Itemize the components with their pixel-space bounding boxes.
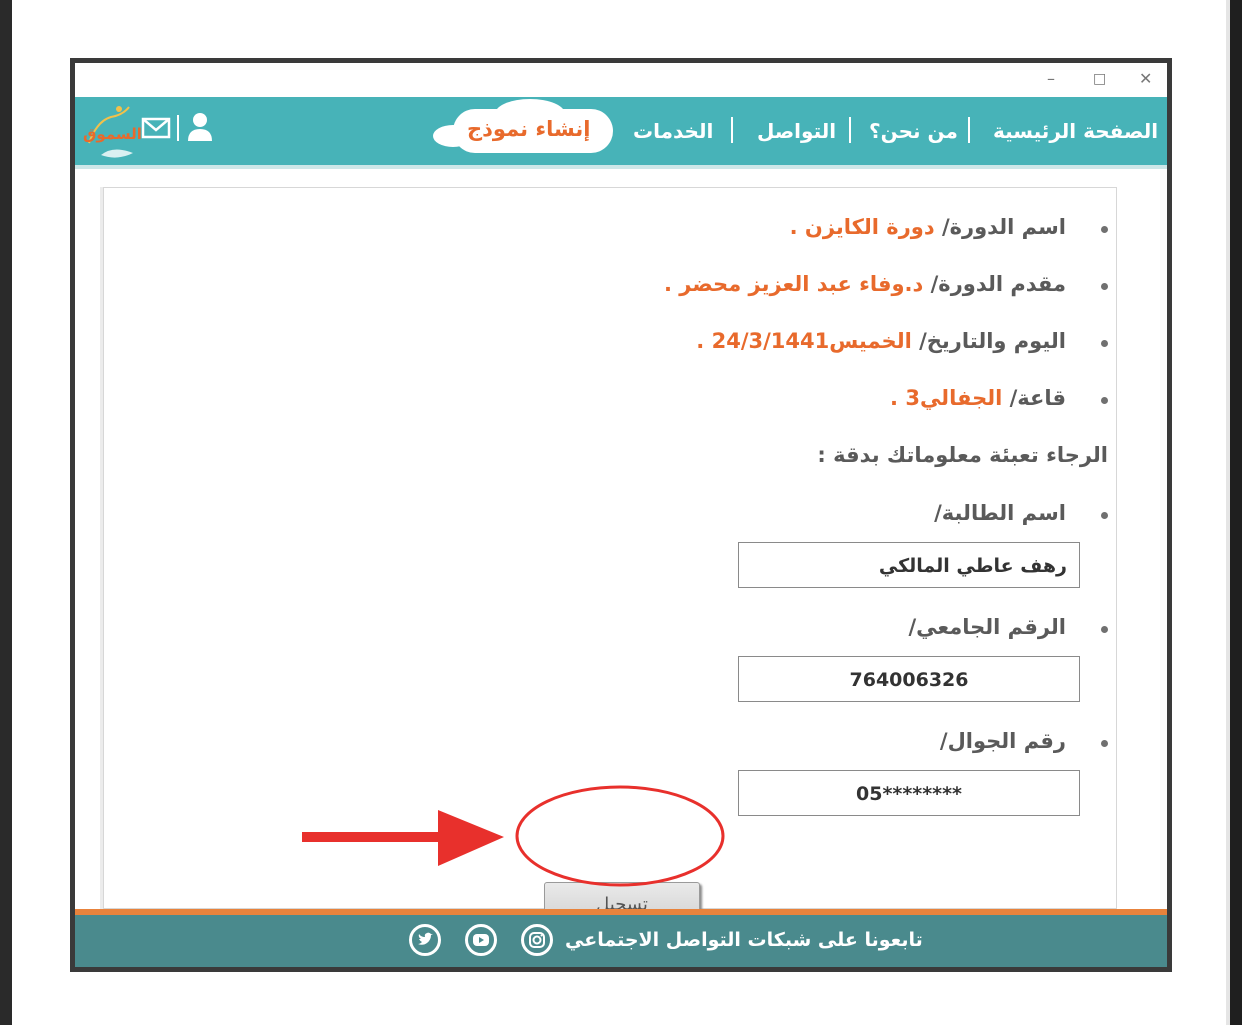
mail-icon[interactable] xyxy=(141,113,171,143)
user-icon[interactable] xyxy=(185,111,215,143)
minimize-icon[interactable]: – xyxy=(1047,69,1055,88)
date-row: اليوم والتاريخ/ الخميس24/3/1441 . xyxy=(696,329,1066,353)
logo-text: السموق xyxy=(83,125,142,143)
site-logo[interactable]: السموق xyxy=(83,103,142,161)
course-name-value: دورة الكايزن . xyxy=(789,215,935,239)
twitter-icon[interactable] xyxy=(409,924,441,956)
header-bottom-stripe xyxy=(75,165,1167,169)
list-bullet xyxy=(1101,283,1108,290)
hall-value: الجفالي3 . xyxy=(890,386,1003,410)
university-id-label: الرقم الجامعي/ xyxy=(908,615,1066,639)
list-bullet xyxy=(1101,512,1108,519)
tab-services[interactable]: الخدمات xyxy=(633,119,713,143)
app-window: – □ ✕ السموق إنشاء نموذج الخدمات التواصل… xyxy=(70,58,1172,972)
course-name-row: اسم الدورة/ دورة الكايزن . xyxy=(790,215,1066,239)
presenter-value: د.وفاء عبد العزيز محضر . xyxy=(664,272,924,296)
hall-row: قاعة/ الجفالي3 . xyxy=(890,386,1066,410)
footer-follow-text: تابعونا على شبكات التواصل الاجتماعي xyxy=(565,929,923,951)
list-bullet xyxy=(1101,626,1108,633)
date-value: الخميس24/3/1441 . xyxy=(696,329,912,353)
mobile-label: رقم الجوال/ xyxy=(939,729,1066,753)
list-bullet xyxy=(1101,340,1108,347)
tab-contact[interactable]: التواصل xyxy=(757,119,836,143)
nav-separator xyxy=(968,117,970,143)
presenter-label: مقدم الدورة/ xyxy=(930,272,1066,296)
nav-separator xyxy=(731,117,733,143)
date-label: اليوم والتاريخ/ xyxy=(919,329,1066,353)
list-bullet xyxy=(1101,226,1108,233)
list-bullet xyxy=(1101,740,1108,747)
nav-separator xyxy=(849,117,851,143)
mobile-field[interactable]: 05******** xyxy=(738,770,1080,816)
screen-edge-left xyxy=(0,0,12,1025)
form-instruction: الرجاء تعبئة معلوماتك بدقة : xyxy=(817,443,1108,467)
close-icon[interactable]: ✕ xyxy=(1139,69,1152,88)
student-name-label: اسم الطالبة/ xyxy=(934,501,1066,525)
youtube-icon[interactable] xyxy=(465,924,497,956)
student-name-field[interactable]: رهف عاطي المالكي xyxy=(738,542,1080,588)
window-titlebar: – □ ✕ xyxy=(75,63,1167,97)
site-header: السموق إنشاء نموذج الخدمات التواصل من نح… xyxy=(75,97,1167,165)
screen-edge-right xyxy=(1230,0,1242,1025)
university-id-field[interactable]: 764006326 xyxy=(738,656,1080,702)
presenter-row: مقدم الدورة/ د.وفاء عبد العزيز محضر . xyxy=(664,272,1066,296)
instagram-icon[interactable] xyxy=(521,924,553,956)
header-icon-divider xyxy=(177,115,179,141)
form-panel: اسم الدورة/ دورة الكايزن . مقدم الدورة/ … xyxy=(103,187,1117,928)
list-bullet xyxy=(1101,397,1108,404)
tab-home[interactable]: الصفحة الرئيسية xyxy=(993,119,1158,143)
tab-create-form[interactable]: إنشاء نموذج xyxy=(467,117,590,141)
course-name-label: اسم الدورة/ xyxy=(941,215,1066,239)
maximize-icon[interactable]: □ xyxy=(1093,71,1106,87)
site-footer: تابعونا على شبكات التواصل الاجتماعي xyxy=(75,915,1167,967)
tab-about[interactable]: من نحن؟ xyxy=(869,119,958,143)
hall-label: قاعة/ xyxy=(1009,386,1066,410)
